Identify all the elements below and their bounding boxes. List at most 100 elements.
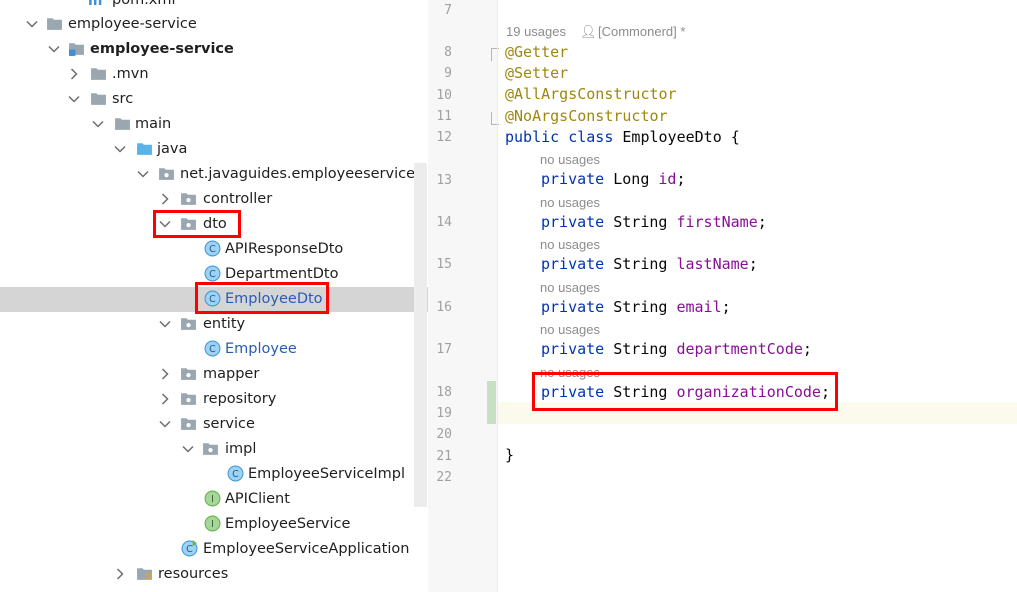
line-number: 13 [436,173,452,188]
line-number: 22 [436,470,452,485]
tree-item-label: main [135,116,172,132]
spring-boot-class-icon: C [181,540,198,557]
tree-item-controller[interactable]: controller [0,187,428,212]
field-declaration-line[interactable]: private String firstName; [541,213,767,231]
vcs-change-marker [487,381,496,424]
tree-item-label: resources [158,566,229,582]
tree-item-employeeservice[interactable]: I EmployeeService [0,512,428,537]
annotation-line[interactable]: @Setter [505,64,568,82]
code-token: ; [748,255,758,273]
type-name: Long [613,170,650,188]
keyword: private [541,255,605,273]
package-icon [180,190,197,207]
tree-item-service[interactable]: service [0,412,428,437]
no-usages-hint[interactable]: no usages [540,280,600,295]
no-usages-hint[interactable]: no usages [540,237,600,252]
field-declaration-line[interactable]: private Long id; [541,170,686,188]
type-name: String [613,255,668,273]
annotation: @Getter [505,43,569,61]
tree-item-mvn[interactable]: .mvn [0,62,428,87]
tree-item-entity[interactable]: entity [0,312,428,337]
interface-icon: I [204,515,221,532]
usages-hint[interactable]: 19 usages [506,24,566,39]
class-name: EmployeeDto [622,128,722,146]
tree-item-src[interactable]: src [0,87,428,112]
closing-brace-line[interactable]: } [505,446,514,464]
line-number: 11 [436,109,452,124]
no-usages-hint[interactable]: no usages [540,152,600,167]
no-usages-hint[interactable]: no usages [540,322,600,337]
author-hint[interactable]: [Commonerd] * [598,24,685,39]
type-name: String [613,298,668,316]
keyword: private [541,213,605,231]
package-icon [180,390,197,407]
chevron-down-icon[interactable] [67,91,81,105]
field-declaration-line[interactable]: private String departmentCode; [541,340,812,358]
chevron-right-icon[interactable] [67,66,81,80]
chevron-right-icon[interactable] [158,391,172,405]
tree-item-main[interactable]: main [0,112,428,137]
chevron-down-icon[interactable] [136,166,150,180]
tree-item-label: EmployeeServiceApplication [203,541,410,557]
code-token: ; [757,213,767,231]
tree-item-employee[interactable]: C Employee [0,337,428,362]
resources-folder-icon [136,565,153,582]
chevron-right-icon[interactable] [158,191,172,205]
line-number: 9 [444,66,452,81]
annotation-line[interactable]: @AllArgsConstructor [505,85,677,103]
tree-item-employee-service[interactable]: employee-service [0,37,428,62]
source-folder-icon [136,140,153,157]
annotation-line[interactable]: @Getter [505,43,568,61]
package-icon [180,415,197,432]
chevron-down-icon[interactable] [25,16,39,30]
interface-icon: I [204,490,221,507]
annotation-line[interactable]: @NoArgsConstructor [505,107,668,125]
line-number: 21 [436,449,452,464]
tree-item-label: employee-service [90,41,234,57]
tree-scrollbar[interactable] [414,163,427,507]
line-number: 20 [436,427,452,442]
svg-text:m: m [88,0,102,8]
field-declaration-line[interactable]: private String email; [541,298,731,316]
line-number: 7 [444,3,452,18]
tree-item-net-javaguides-employeeservice[interactable]: net.javaguides.employeeservice [0,162,428,187]
tree-item-apiresponsedto[interactable]: C APIResponseDto [0,237,428,262]
folder-icon [90,90,107,107]
chevron-down-icon[interactable] [181,441,195,455]
chevron-right-icon[interactable] [158,366,172,380]
tree-item-mapper[interactable]: mapper [0,362,428,387]
field-name: lastName [676,255,749,273]
chevron-down-icon[interactable] [47,41,61,55]
folder-icon [114,115,131,132]
line-number: 16 [436,300,452,315]
tree-item-label: service [203,416,255,432]
svg-text:C: C [209,344,216,355]
code-editor[interactable]: 19 usages 👤︎ [Commonerd] * @Getter @Sette… [498,0,1017,592]
field-declaration-line[interactable]: private String lastName; [541,255,758,273]
tree-item-resources[interactable]: resources [0,562,428,587]
chevron-right-icon[interactable] [113,566,127,580]
tree-item-label: pom.xml [112,0,176,8]
tree-item-label: controller [203,191,273,207]
tree-item-employee-service[interactable]: employee-service [0,12,428,37]
chevron-down-icon[interactable] [158,416,172,430]
line-number: 12 [436,130,452,145]
field-name: email [676,298,722,316]
tree-item-apiclient[interactable]: I APIClient [0,487,428,512]
tree-item-repository[interactable]: repository [0,387,428,412]
tree-item-impl[interactable]: impl [0,437,428,462]
chevron-down-icon[interactable] [113,141,127,155]
tree-item-employeeserviceapplication[interactable]: C EmployeeServiceApplication [0,537,428,562]
no-usages-hint[interactable]: no usages [540,195,600,210]
chevron-down-icon[interactable] [91,116,105,130]
chevron-down-icon[interactable] [158,316,172,330]
class-declaration-line[interactable]: public class EmployeeDto { [505,128,740,146]
tree-item-label: mapper [203,366,260,382]
tree-item-employeeserviceimpl[interactable]: C EmployeeServiceImpl [0,462,428,487]
tree-item-java[interactable]: java [0,137,428,162]
